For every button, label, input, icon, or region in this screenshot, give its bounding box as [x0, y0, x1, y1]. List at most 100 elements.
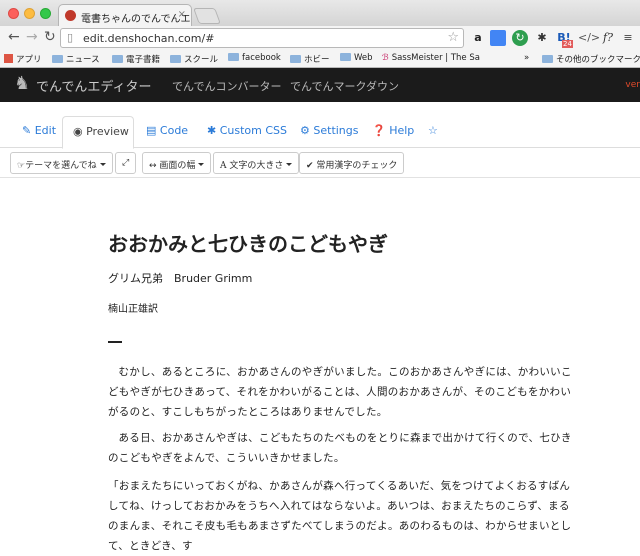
other-bookmarks[interactable]: その他のブックマーク — [542, 53, 640, 65]
tab-custom-css[interactable]: ✱ Custom CSS — [207, 124, 287, 137]
star-icon: ☆ — [428, 124, 438, 137]
folder-icon — [340, 53, 351, 61]
tab-edit[interactable]: ✎ Edit — [22, 124, 56, 137]
theme-select-button[interactable]: ☞テーマを選んでね — [10, 152, 113, 174]
tab-label: Code — [159, 124, 189, 137]
button-label: 常用漢字のチェック — [316, 161, 398, 171]
bookmark-folder[interactable]: スクール — [170, 53, 218, 65]
code-icon: ▤ — [146, 124, 157, 137]
document-title: おおかみと七ひきのこどもやぎ — [108, 232, 388, 256]
caret-down-icon — [198, 163, 205, 166]
version-label: ver — [625, 80, 640, 90]
browser-toolbar: ← → ↻ ▯ edit.denshochan.com/# ☆ a ↻ ✱ B!… — [0, 26, 640, 50]
button-label: 画面の幅 — [159, 161, 196, 171]
font-size-button[interactable]: A 文字の大きさ — [213, 152, 300, 174]
bookmark-label: スクール — [184, 55, 219, 65]
caret-down-icon — [99, 163, 106, 166]
arrows-horizontal-icon: ↔ — [149, 161, 157, 171]
tab-help[interactable]: ❓ Help — [372, 124, 414, 137]
tab-label: Preview — [86, 125, 129, 138]
preview-toolbar: ☞テーマを選んでね ⤢ ↔ 画面の幅 A 文字の大きさ ✔ 常用漢字のチェック — [0, 150, 640, 178]
caret-down-icon — [286, 163, 293, 166]
help-icon: ❓ — [372, 124, 386, 137]
pencil-icon: ✎ — [22, 124, 32, 137]
paragraph: 「おまえたちにいっておくがね、かあさんが森へ行ってくるあいだ、気をつけてよくおる… — [108, 480, 572, 552]
app-brand[interactable]: でんでんエディター — [36, 76, 151, 95]
tab-close-icon[interactable]: × — [178, 9, 186, 20]
tab-label: Custom CSS — [219, 124, 288, 137]
new-tab-button[interactable] — [193, 8, 221, 24]
fullscreen-button[interactable]: ⤢ — [115, 152, 137, 174]
tab-label: Settings — [313, 124, 359, 137]
document-translator: 楠山正雄訳 — [108, 304, 158, 315]
bookmark-folder[interactable]: Web — [340, 53, 373, 63]
bookmarks-bar: アプリ ニュース 電子書籍 スクール facebook ホビー Web ℬ Sas… — [0, 50, 640, 68]
browser-tab-title: 電書ちゃんのでんでんエディ — [81, 14, 191, 25]
bookmark-label: ニュース — [66, 55, 100, 65]
reload-icon[interactable]: ↻ — [44, 29, 56, 45]
address-bar[interactable]: ▯ edit.denshochan.com/# ☆ — [60, 28, 464, 48]
tab-favorite[interactable]: ☆ — [428, 124, 438, 137]
bookmark-label: Web — [354, 53, 373, 63]
browser-tab[interactable]: 電書ちゃんのでんでんエディ × — [58, 4, 192, 26]
bookmark-folder[interactable]: facebook — [228, 53, 281, 63]
folder-icon — [52, 55, 63, 63]
paragraph: むかし、あるところに、おかあさんのやぎがいました。このおかあさんやぎには、かわい… — [108, 366, 572, 418]
eye-icon: ◉ — [73, 125, 83, 138]
tab-code[interactable]: ▤ Code — [146, 124, 188, 137]
thumbs-up-icon: ☞ — [17, 161, 26, 171]
button-label: テーマを選んでね — [25, 161, 97, 171]
nav-link-converter[interactable]: でんでんコンバーター — [172, 78, 281, 94]
tab-label: Edit — [34, 124, 57, 137]
formula-extension-icon[interactable]: f? — [600, 30, 616, 46]
bookmark-page[interactable]: ℬ SassMeister | The Sa — [382, 53, 480, 63]
sass-icon: ℬ — [382, 53, 389, 63]
tab-preview[interactable]: ◉ Preview — [62, 116, 134, 149]
google-extension-icon[interactable] — [490, 30, 506, 46]
browser-tab-strip: 電書ちゃんのでんでんエディ × — [0, 0, 640, 26]
code-extension-icon[interactable]: </> — [578, 30, 600, 46]
bookmark-label: 電子書籍 — [126, 55, 161, 65]
bookmark-folder[interactable]: ホビー — [290, 53, 330, 65]
bookmark-label: SassMeister | The Sa — [391, 53, 480, 63]
bookmark-label: その他のブックマーク — [556, 55, 640, 65]
bookmark-label: facebook — [242, 53, 281, 63]
page-icon: ▯ — [67, 31, 74, 44]
tab-label: Help — [389, 124, 415, 137]
asterisk-icon: ✱ — [207, 124, 217, 137]
kanji-check-button[interactable]: ✔ 常用漢字のチェック — [299, 152, 405, 174]
check-circle-icon: ✔ — [306, 161, 314, 171]
folder-icon — [228, 53, 239, 61]
folder-icon — [170, 55, 181, 63]
back-arrow-icon[interactable]: ← — [8, 29, 20, 45]
expand-icon: ⤢ — [122, 158, 130, 168]
amazon-extension-icon[interactable]: a — [470, 30, 486, 46]
bookmarks-overflow-chevron[interactable]: » — [524, 53, 529, 63]
paragraph: ある日、おかあさんやぎは、こどもたちのたべものをとりに森まで出かけて行くので、七… — [108, 432, 572, 464]
denshochan-logo-icon: ♞ — [14, 73, 31, 94]
editor-tabs: ✎ Edit ◉ Preview ▤ Code ✱ Custom CSS ⚙ S… — [0, 102, 640, 149]
gear-icon: ⚙ — [300, 124, 310, 137]
nav-link-markdown[interactable]: でんでんマークダウン — [290, 78, 399, 94]
bookmark-apps[interactable]: アプリ — [4, 53, 42, 65]
folder-icon — [112, 55, 123, 63]
hatena-count-badge: 24 — [562, 40, 573, 48]
bookmark-folder[interactable]: ニュース — [52, 53, 100, 65]
bookmark-label: アプリ — [16, 55, 42, 65]
menu-icon[interactable]: ≡ — [620, 30, 636, 46]
evernote-extension-icon[interactable]: ↻ — [512, 30, 528, 46]
bookmark-folder[interactable]: 電子書籍 — [112, 53, 160, 65]
tab-settings[interactable]: ⚙ Settings — [300, 124, 359, 137]
forward-arrow-icon[interactable]: → — [26, 29, 38, 45]
apps-grid-icon — [4, 54, 13, 63]
minimize-window-button[interactable] — [24, 8, 35, 19]
bookmark-star-icon[interactable]: ☆ — [447, 30, 459, 45]
bookmark-label: ホビー — [304, 55, 330, 65]
font-icon: A — [220, 161, 227, 171]
section-divider — [108, 341, 122, 343]
button-label: 文字の大きさ — [229, 161, 284, 171]
close-window-button[interactable] — [8, 8, 19, 19]
screen-width-button[interactable]: ↔ 画面の幅 — [142, 152, 212, 174]
settings-extension-icon[interactable]: ✱ — [534, 30, 550, 46]
zoom-window-button[interactable] — [40, 8, 51, 19]
